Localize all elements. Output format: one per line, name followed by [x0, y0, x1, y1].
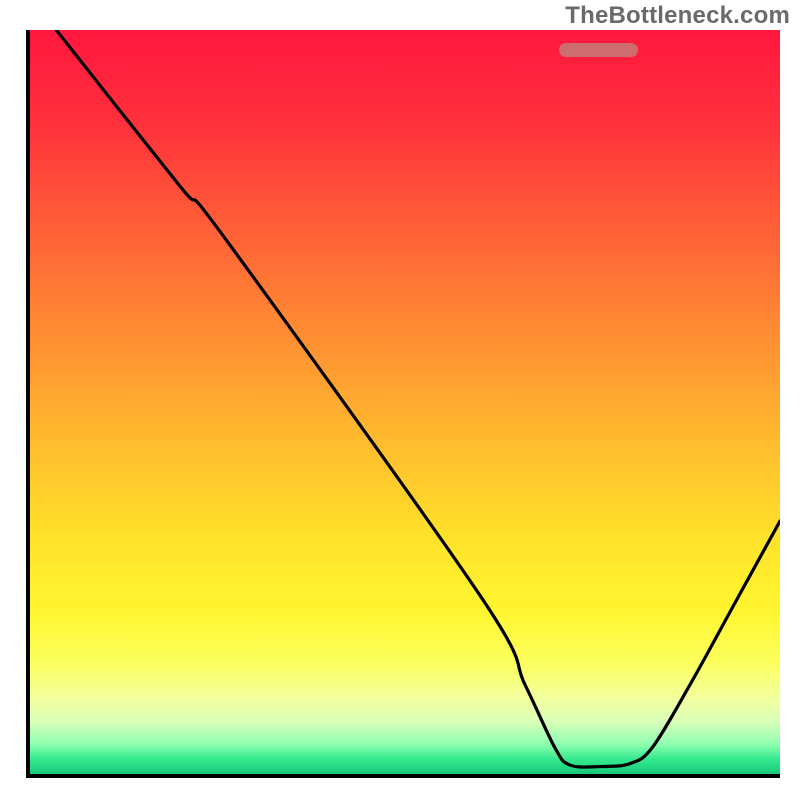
watermark-text: TheBottleneck.com — [565, 2, 790, 30]
plot-area — [26, 30, 780, 778]
bottleneck-curve — [30, 30, 780, 774]
chart-frame: TheBottleneck.com — [0, 0, 800, 800]
